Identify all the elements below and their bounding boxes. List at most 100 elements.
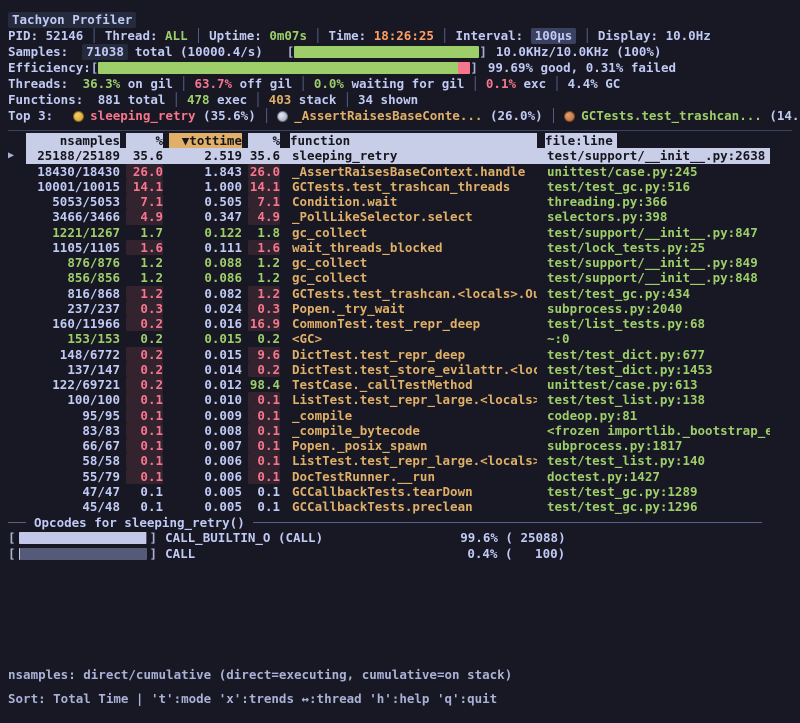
selected-row-marker-icon <box>8 209 26 224</box>
file-line-cell: test/test_list.py:138 <box>545 392 770 407</box>
function-cell: gc_collect <box>290 225 537 240</box>
table-row[interactable]: 856/8561.20.0861.2gc_collecttest/support… <box>8 270 792 285</box>
file-line-cell: test/test_dict.py:1453 <box>545 362 770 377</box>
table-row[interactable]: 237/2370.30.0240.3Popen._try_waitsubproc… <box>8 301 792 316</box>
table-row[interactable]: 66/670.10.0070.1Popen._posix_spawnsubpro… <box>8 438 792 453</box>
table-row[interactable]: 153/1530.20.0150.2<GC>~:0 <box>8 331 792 346</box>
table-row[interactable]: 95/950.10.0090.1_compilecodeop.py:81 <box>8 408 792 423</box>
table-row[interactable]: 45/480.10.0050.1GCCallbackTests.preclean… <box>8 499 792 514</box>
function-cell: wait_threads_blocked <box>290 240 537 255</box>
table-row[interactable]: 160/119660.20.01616.9CommonTest.test_rep… <box>8 316 792 331</box>
selected-row-marker-icon <box>8 255 26 270</box>
nsamples-cell: 10001/10015 <box>26 179 120 194</box>
column-header-function[interactable]: function <box>290 133 537 148</box>
percent-direct-cell: 1.6 <box>126 240 163 255</box>
stat-unit: GC <box>598 76 621 92</box>
selected-row-marker-icon <box>8 347 26 362</box>
tottime-cell: 0.012 <box>169 377 242 392</box>
table-row[interactable]: 3466/34664.90.3474.9_PollLikeSelector.se… <box>8 209 792 224</box>
function-cell: DictTest.test_store_evilattr.<local... <box>290 362 537 377</box>
opcodes-title: Opcodes for sleeping_retry() <box>26 515 253 530</box>
stat-value: 36.3% <box>68 76 120 92</box>
silver-medal-icon <box>277 111 288 122</box>
percent-direct-cell: 0.2 <box>126 377 163 392</box>
function-cell: ListTest.test_repr_large.<locals>.c... <box>290 392 537 407</box>
table-row[interactable]: 5053/50537.10.5057.1Condition.waitthread… <box>8 194 792 209</box>
table-row[interactable]: 122/697210.20.01298.4TestCase._callTestM… <box>8 377 792 392</box>
table-row-cells: 3466/34664.90.3474.9_PollLikeSelector.se… <box>26 209 770 224</box>
table-row-cells: 856/8561.20.0861.2gc_collecttest/support… <box>26 270 770 285</box>
efficiency-row: Efficiency: [ ] 99.69% good, 0.31% faile… <box>8 60 792 76</box>
bronze-medal-icon <box>564 111 575 122</box>
file-line-cell: selectors.py:398 <box>545 209 770 224</box>
table-row-cells: 25188/2518935.62.51935.6sleeping_retryte… <box>26 148 770 163</box>
table-row[interactable]: 47/470.10.0050.1GCCallbackTests.tearDown… <box>8 484 792 499</box>
table-row[interactable]: 148/67720.20.0159.6DictTest.test_repr_de… <box>8 347 792 362</box>
table-row[interactable]: 58/580.10.0060.1ListTest.test_repr_large… <box>8 453 792 468</box>
table-row-cells: 876/8761.20.0881.2gc_collecttest/support… <box>26 255 770 270</box>
stat-unit: shown <box>373 92 418 108</box>
opcode-percent: 0.4% ( 100) <box>415 546 565 562</box>
selected-row-marker-icon <box>8 453 26 468</box>
top3-function-name: _AssertRaisesBaseConte... <box>294 108 482 124</box>
column-header-tottime-sorted[interactable]: ▼tottime <box>169 133 242 148</box>
file-line-cell: unittest/case.py:613 <box>545 377 770 392</box>
percent-cumulative-cell: 9.6 <box>248 347 280 362</box>
percent-direct-cell: 0.1 <box>126 453 163 468</box>
table-row-cells: 5053/50537.10.5057.1Condition.waitthread… <box>26 194 770 209</box>
stat-separator: │ <box>254 92 262 108</box>
column-header-nsamples[interactable]: nsamples <box>26 133 120 148</box>
opcode-percent: 99.6% ( 25088) <box>416 530 566 546</box>
selected-row-marker-icon: ▶ <box>8 148 26 163</box>
tottime-cell: 0.008 <box>169 423 242 438</box>
percent-cumulative-cell: 0.1 <box>248 499 280 514</box>
table-row[interactable]: ▶25188/2518935.62.51935.6sleeping_retryt… <box>8 148 792 163</box>
stat-separator: │ <box>343 92 351 108</box>
column-header-percent-cumulative[interactable]: % <box>248 133 280 148</box>
percent-direct-cell: 0.2 <box>126 316 163 331</box>
nsamples-cell: 55/79 <box>26 469 120 484</box>
function-cell: GCCallbackTests.tearDown <box>290 484 537 499</box>
function-cell: _PollLikeSelector.select <box>290 209 537 224</box>
file-line-cell: subprocess.py:1817 <box>545 438 770 453</box>
meta-value: 18:26:25 <box>374 28 434 44</box>
percent-cumulative-cell: 0.1 <box>248 453 280 468</box>
percent-direct-cell: 0.1 <box>126 499 163 514</box>
file-line-cell: subprocess.py:2040 <box>545 301 770 316</box>
percent-direct-cell: 1.2 <box>126 270 163 285</box>
table-row-cells: 10001/1001514.11.00014.1GCTests.test_tra… <box>26 179 770 194</box>
stat-unit: waiting for gil <box>344 76 464 92</box>
stat-unit: off gil <box>232 76 292 92</box>
table-row[interactable]: 100/1000.10.0100.1ListTest.test_repr_lar… <box>8 392 792 407</box>
keybinding-line: Sort: Total Time | 't':mode 'x':trends ↔… <box>8 687 512 711</box>
table-row[interactable]: 816/8681.20.0821.2GCTests.test_trashcan.… <box>8 286 792 301</box>
table-row[interactable]: 10001/1001514.11.00014.1GCTests.test_tra… <box>8 179 792 194</box>
meta-separator: │ <box>314 28 322 44</box>
table-row[interactable]: 83/830.10.0080.1_compile_bytecode<frozen… <box>8 423 792 438</box>
column-header-file-line[interactable]: file:line <box>545 133 617 148</box>
stat-value: 4.4% <box>568 76 598 92</box>
percent-cumulative-cell: 0.1 <box>248 438 280 453</box>
file-line-cell: <frozen importlib._bootstrap_externa <box>545 423 770 438</box>
percent-direct-cell: 1.7 <box>126 225 163 240</box>
tottime-cell: 0.010 <box>169 392 242 407</box>
opcode-row: []CALL0.4% ( 100) <box>8 546 792 562</box>
file-line-cell: threading.py:366 <box>545 194 770 209</box>
selected-row-marker-icon <box>8 331 26 346</box>
table-row[interactable]: 876/8761.20.0881.2gc_collecttest/support… <box>8 255 792 270</box>
column-header-percent-direct[interactable]: % <box>126 133 163 148</box>
tottime-cell: 0.006 <box>169 453 242 468</box>
table-row[interactable]: 1105/11051.60.1111.6wait_threads_blocked… <box>8 240 792 255</box>
percent-cumulative-cell: 0.1 <box>248 469 280 484</box>
percent-cumulative-cell: 1.6 <box>248 240 280 255</box>
table-row[interactable]: 18430/1843026.01.84326.0_AssertRaisesBas… <box>8 164 792 179</box>
table-row[interactable]: 1221/12671.70.1221.8gc_collecttest/suppo… <box>8 225 792 240</box>
selected-row-marker-icon <box>8 392 26 407</box>
table-row[interactable]: 55/790.10.0060.1DocTestRunner.__rundocte… <box>8 469 792 484</box>
efficiency-text: 99.69% good, 0.31% failed <box>488 60 676 76</box>
tottime-cell: 0.006 <box>169 469 242 484</box>
function-cell: ListTest.test_repr_large.<locals>.c... <box>290 453 537 468</box>
percent-cumulative-cell: 0.3 <box>248 301 280 316</box>
top3-percent: (26.0%) <box>482 108 542 124</box>
table-row[interactable]: 137/1470.20.0140.2DictTest.test_store_ev… <box>8 362 792 377</box>
